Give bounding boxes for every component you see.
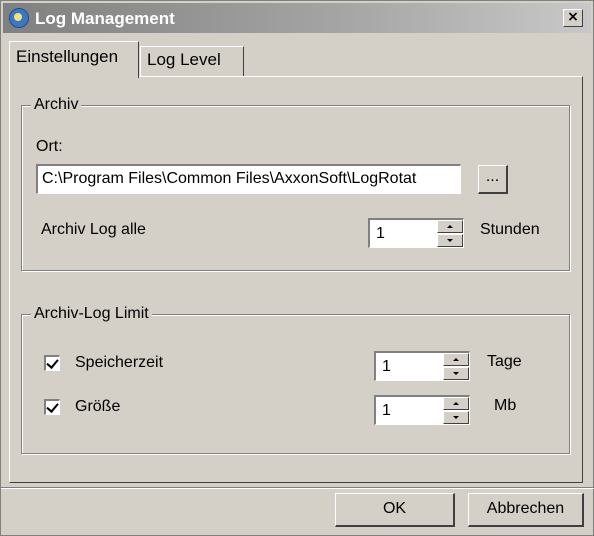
title-bar[interactable]: Log Management × — [3, 3, 591, 33]
size-label: Größe — [75, 398, 121, 415]
footer-separator — [1, 487, 594, 489]
archive-limit-group: Archiv-Log Limit Speicherzeit 1 Tage Grö… — [21, 304, 570, 454]
settings-panel: Archiv Ort: C:\Program Files\Common File… — [9, 76, 583, 483]
close-button[interactable]: × — [563, 9, 583, 27]
archive-location-input[interactable]: C:\Program Files\Common Files\AxxonSoft\… — [36, 164, 461, 194]
ok-button[interactable]: OK — [335, 493, 455, 527]
retention-stepper[interactable]: 1 — [374, 351, 470, 381]
retention-decrement[interactable] — [443, 367, 469, 380]
window-title: Log Management — [35, 9, 175, 28]
arrow-down-icon — [453, 416, 459, 419]
archive-interval-stepper[interactable]: 1 — [368, 218, 464, 248]
log-management-window: Log Management × Einstellungen Log Level… — [0, 0, 594, 536]
archive-interval-spin-buttons — [437, 220, 463, 247]
size-value: 1 — [382, 402, 391, 419]
archive-interval-decrement[interactable] — [437, 234, 463, 247]
checkmark-icon — [46, 400, 59, 413]
archive-interval-unit: Stunden — [480, 221, 540, 238]
tab-log-level[interactable]: Log Level — [140, 46, 244, 76]
retention-increment[interactable] — [443, 353, 469, 366]
location-label: Ort: — [36, 138, 63, 155]
arrow-up-icon — [447, 225, 453, 228]
archive-interval-value: 1 — [376, 225, 385, 242]
archive-limit-group-legend: Archiv-Log Limit — [31, 304, 152, 324]
size-decrement[interactable] — [443, 411, 469, 424]
archive-group: Archiv Ort: C:\Program Files\Common File… — [21, 95, 570, 271]
retention-label: Speicherzeit — [75, 354, 164, 371]
archive-interval-increment[interactable] — [437, 220, 463, 233]
arrow-up-icon — [453, 358, 459, 361]
retention-unit: Tage — [487, 353, 522, 370]
tab-einstellungen[interactable]: Einstellungen — [9, 41, 139, 78]
browse-button[interactable]: ... — [478, 165, 508, 194]
retention-checkbox[interactable] — [44, 355, 60, 371]
size-spin-buttons — [443, 397, 469, 424]
archive-interval-label: Archiv Log alle — [41, 221, 146, 238]
archive-group-legend: Archiv — [31, 95, 82, 115]
cancel-button[interactable]: Abbrechen — [468, 493, 584, 527]
retention-spin-buttons — [443, 353, 469, 380]
size-checkbox[interactable] — [44, 399, 60, 415]
arrow-down-icon — [453, 372, 459, 375]
arrow-down-icon — [447, 239, 453, 242]
size-stepper[interactable]: 1 — [374, 395, 470, 425]
arrow-up-icon — [453, 402, 459, 405]
archive-location-value: C:\Program Files\Common Files\AxxonSoft\… — [42, 170, 417, 187]
log-management-app-icon — [9, 8, 29, 28]
size-increment[interactable] — [443, 397, 469, 410]
retention-value: 1 — [382, 358, 391, 375]
size-unit: Mb — [494, 397, 517, 414]
checkmark-icon — [46, 356, 59, 369]
